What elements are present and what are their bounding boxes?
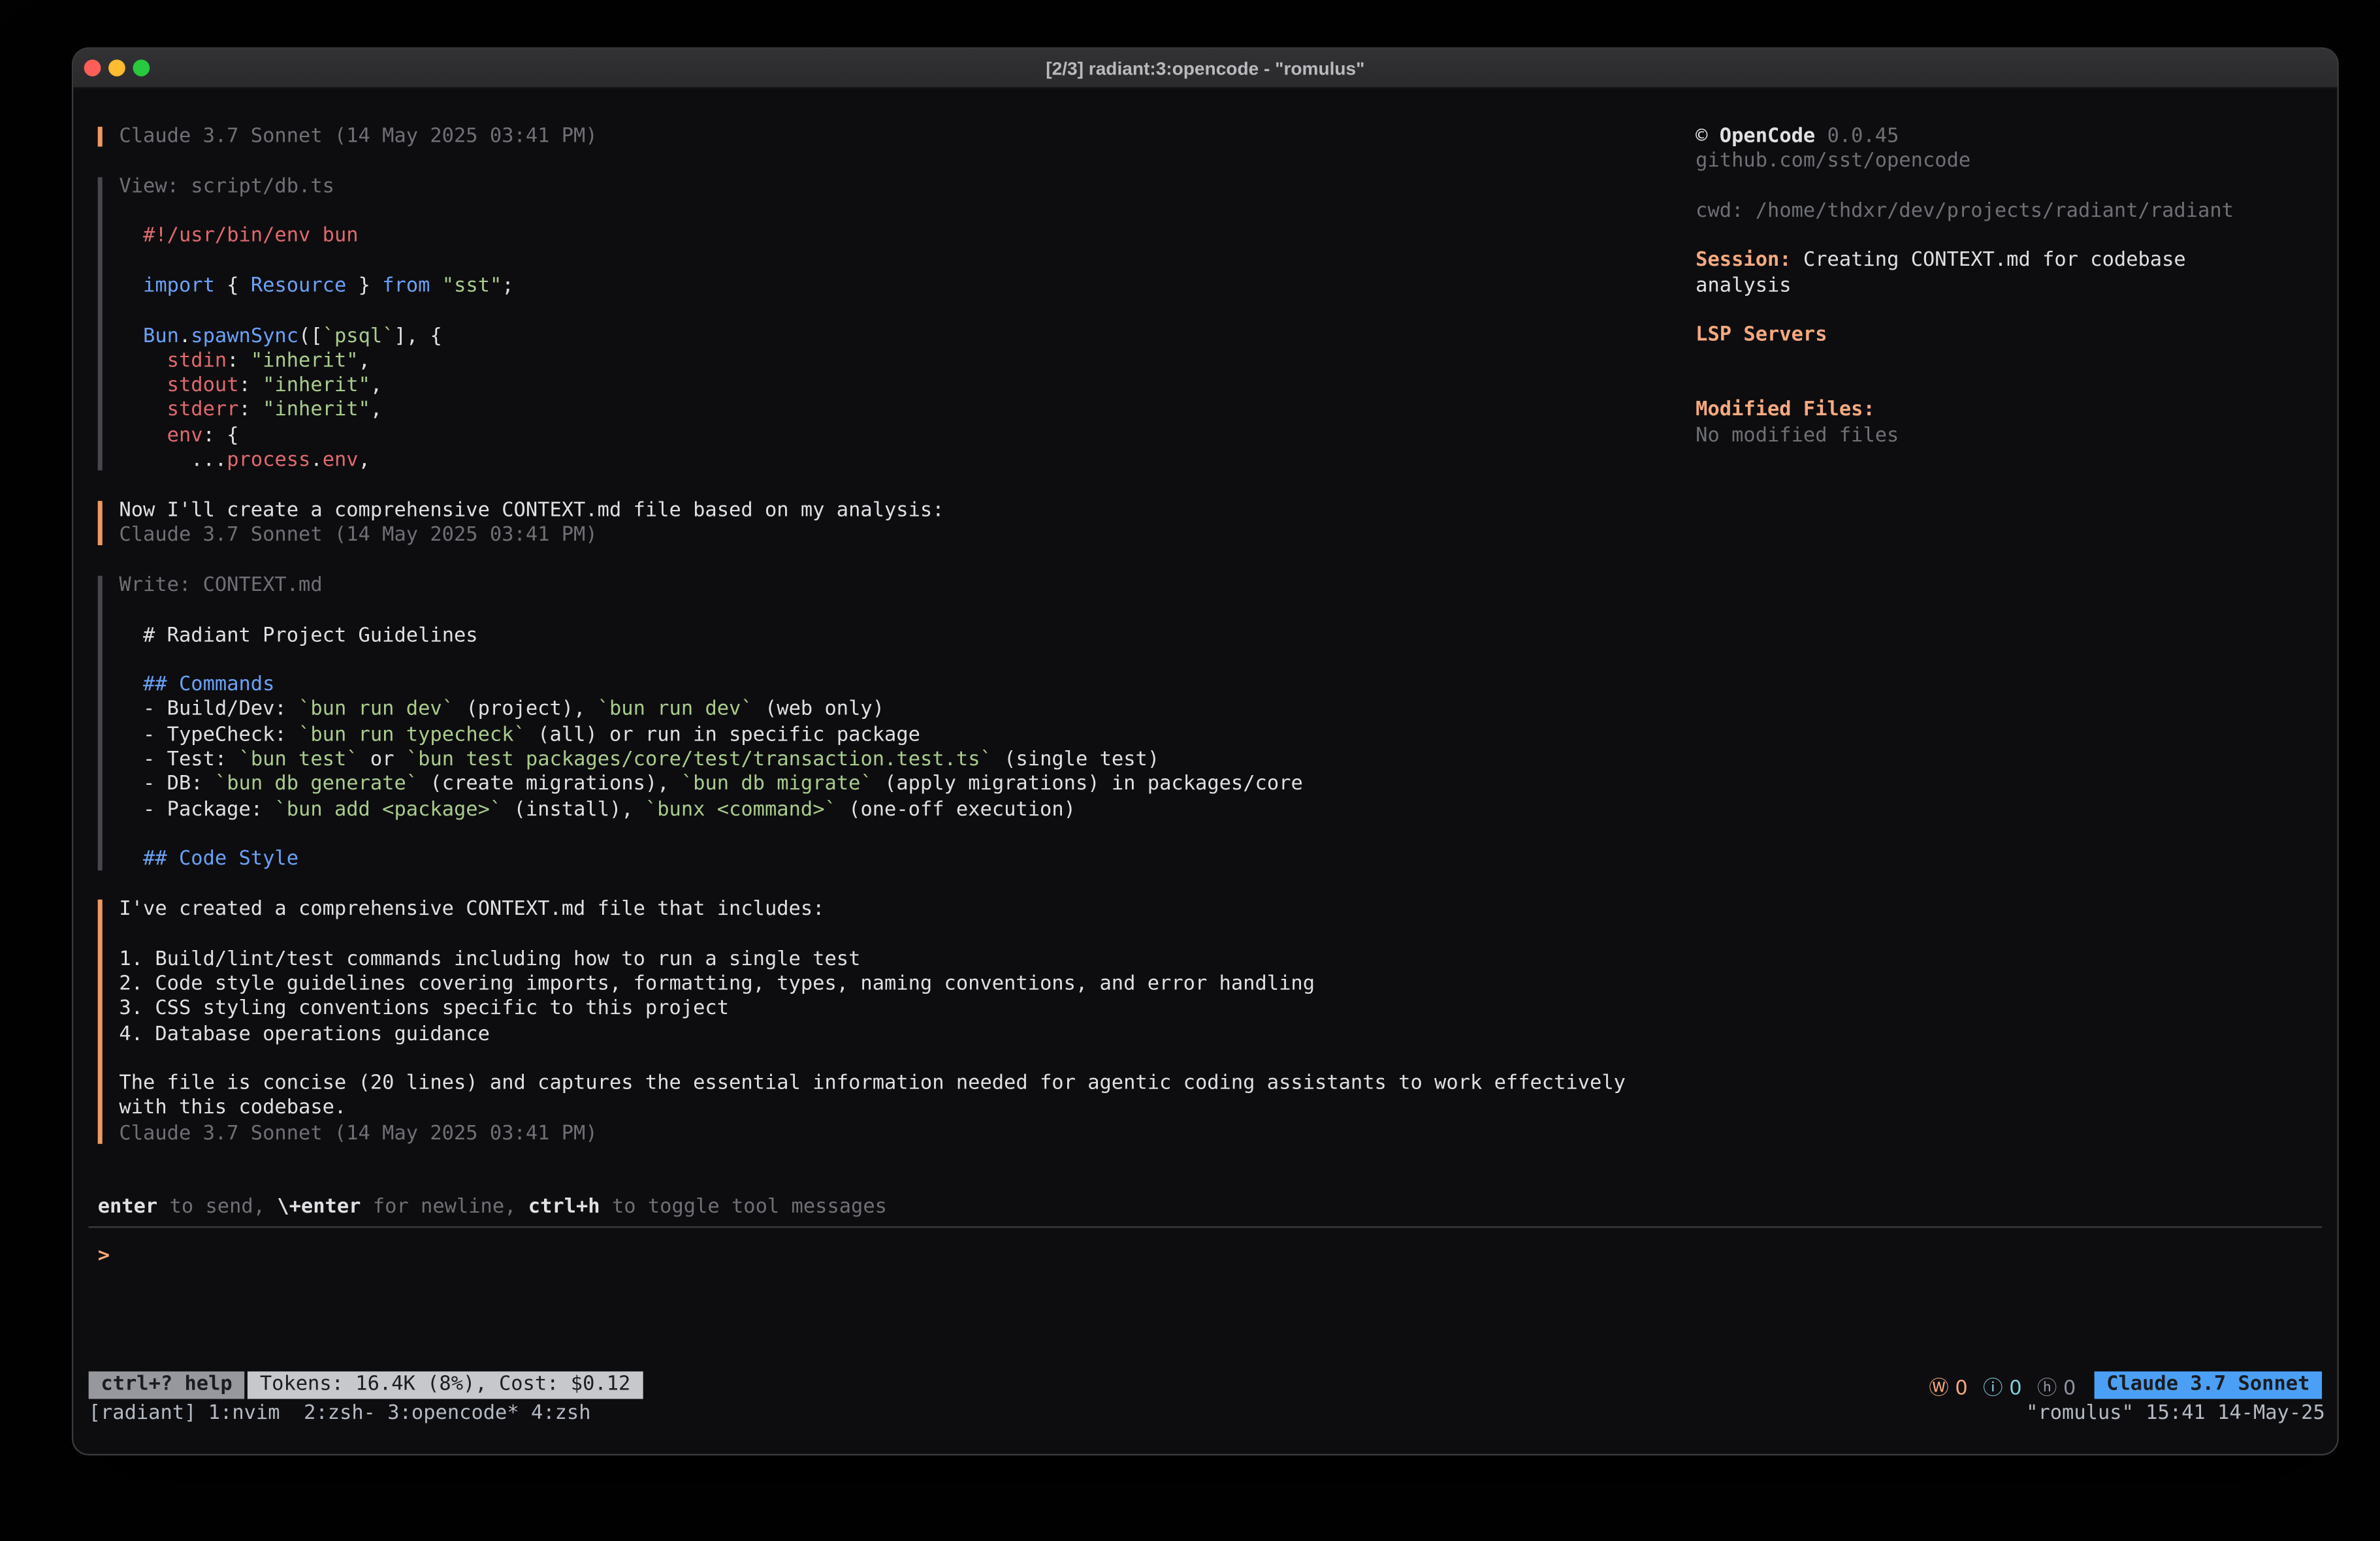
- text-line: Write: CONTEXT.md: [119, 574, 1679, 599]
- text-line: 1. Build/lint/test commands including ho…: [119, 948, 1679, 973]
- text-line: No modified files: [1696, 424, 2264, 449]
- help-chip: ctrl+? help: [89, 1371, 245, 1399]
- sidebar-info: © OpenCode 0.0.45github.com/sst/opencode…: [1696, 125, 2264, 449]
- text-line: View: script/db.ts: [119, 175, 1679, 200]
- text-line: The file is concise (20 lines) and captu…: [119, 1072, 1679, 1097]
- tmux-window-list: [radiant] 1:nvim 2:zsh- 3:opencode* 4:zs…: [89, 1402, 591, 1425]
- text-line: stdin: "inherit",: [119, 349, 1679, 374]
- text-line: - DB: `bun db generate` (create migratio…: [119, 773, 1679, 798]
- window-title: [2/3] radiant:3:opencode - "romulus": [73, 57, 2337, 79]
- text-line: with this codebase.: [119, 1097, 1679, 1122]
- editor-divider: [89, 1227, 2322, 1228]
- text-line: ...process.env,: [119, 449, 1679, 474]
- input-editor: enter to send, \+enter for newline, ctrl…: [89, 1196, 2322, 1270]
- message-header-block: Claude 3.7 Sonnet (14 May 2025 03:41 PM): [98, 125, 1679, 150]
- text-line: import { Resource } from "sst";: [119, 275, 1679, 300]
- zoom-button[interactable]: [133, 59, 150, 76]
- diagnostics-counters: Ⓦ 0 ⓘ 0 ⓗ 0: [1929, 1371, 2076, 1399]
- text-line: cwd: /home/thdxr/dev/projects/radiant/ra…: [1696, 200, 2264, 225]
- text-line: 4. Database operations guidance: [119, 1023, 1679, 1047]
- text-line: enter to send, \+enter for newline, ctrl…: [98, 1196, 2322, 1220]
- text-line: env: {: [119, 424, 1679, 449]
- text-line: Claude 3.7 Sonnet (14 May 2025 03:41 PM): [119, 1122, 1679, 1147]
- text-line: I've created a comprehensive CONTEXT.md …: [119, 898, 1679, 923]
- text-line: Session: Creating CONTEXT.md for codebas…: [1696, 249, 2264, 299]
- text-line: - TypeCheck: `bun run typecheck` (all) o…: [119, 723, 1679, 748]
- text-line: [1696, 349, 2264, 374]
- text-line: LSP Servers: [1696, 325, 2264, 349]
- message-block: I've created a comprehensive CONTEXT.md …: [98, 898, 1679, 1147]
- message-block: Now I'll create a comprehensive CONTEXT.…: [98, 499, 1679, 548]
- text-line: [119, 923, 1679, 947]
- text-line: Claude 3.7 Sonnet (14 May 2025 03:41 PM): [119, 524, 1679, 549]
- text-line: - Test: `bun test` or `bun test packages…: [119, 748, 1679, 773]
- tmux-host-clock: "romulus" 15:41 14-May-25: [2026, 1402, 2325, 1425]
- terminal-window: [2/3] radiant:3:opencode - "romulus" Cla…: [73, 49, 2337, 1454]
- sidebar: © OpenCode 0.0.45github.com/sst/opencode…: [1696, 125, 2264, 449]
- tool-write-block: Write: CONTEXT.md # Radiant Project Guid…: [98, 574, 1679, 872]
- text-line: github.com/sst/opencode: [1696, 150, 2264, 175]
- text-line: - Package: `bun add <package>` (install)…: [119, 798, 1679, 823]
- text-line: [119, 250, 1679, 275]
- text-line: stderr: "inherit",: [119, 400, 1679, 424]
- text-line: © OpenCode 0.0.45: [1696, 125, 2264, 150]
- text-line: Modified Files:: [1696, 399, 2264, 424]
- text-line: Bun.spawnSync([`psql`], {: [119, 325, 1679, 349]
- text-line: [119, 599, 1679, 624]
- text-line: # Radiant Project Guidelines: [119, 624, 1679, 649]
- diagnostic-info: ⓘ 0: [1983, 1371, 2021, 1399]
- text-line: [1696, 300, 2264, 325]
- text-line: ## Code Style: [119, 848, 1679, 873]
- window-titlebar: [2/3] radiant:3:opencode - "romulus": [73, 49, 2337, 89]
- text-line: [119, 300, 1679, 325]
- diagnostic-warning: Ⓦ 0: [1929, 1371, 1967, 1399]
- tool-view-block: View: script/db.ts #!/usr/bin/env bun im…: [98, 175, 1679, 473]
- tokens-cost-chip: Tokens: 16.4K (8%), Cost: $0.12: [248, 1371, 643, 1399]
- text-line: stdout: "inherit",: [119, 374, 1679, 399]
- text-line: #!/usr/bin/env bun: [119, 225, 1679, 250]
- text-line: 2. Code style guidelines covering import…: [119, 973, 1679, 998]
- prompt-input[interactable]: >: [89, 1245, 2322, 1270]
- text-line: [119, 823, 1679, 848]
- keybinding-help: enter to send, \+enter for newline, ctrl…: [89, 1196, 2322, 1220]
- text-line: [119, 1047, 1679, 1072]
- text-line: Now I'll create a comprehensive CONTEXT.…: [119, 499, 1679, 524]
- text-line: [1696, 225, 2264, 249]
- text-line: [1696, 175, 2264, 200]
- text-line: [1696, 374, 2264, 399]
- minimize-button[interactable]: [108, 59, 125, 76]
- conversation: Claude 3.7 Sonnet (14 May 2025 03:41 PM)…: [98, 125, 1679, 1172]
- model-chip: Claude 3.7 Sonnet: [2094, 1371, 2322, 1399]
- text-line: Claude 3.7 Sonnet (14 May 2025 03:41 PM): [119, 125, 1679, 150]
- text-line: [119, 649, 1679, 674]
- screen: [2/3] radiant:3:opencode - "romulus" Cla…: [0, 0, 2380, 1541]
- text-line: - Build/Dev: `bun run dev` (project), `b…: [119, 699, 1679, 723]
- diagnostic-hint: ⓗ 0: [2037, 1371, 2076, 1399]
- text-line: ## Commands: [119, 674, 1679, 699]
- tmux-status-line: [radiant] 1:nvim 2:zsh- 3:opencode* 4:zs…: [89, 1402, 2325, 1425]
- traffic-lights: [73, 59, 150, 76]
- text-line: 3. CSS styling conventions specific to t…: [119, 998, 1679, 1023]
- status-bar: ctrl+? help Tokens: 16.4K (8%), Cost: $0…: [89, 1371, 2322, 1399]
- close-button[interactable]: [84, 59, 101, 76]
- text-line: [119, 200, 1679, 225]
